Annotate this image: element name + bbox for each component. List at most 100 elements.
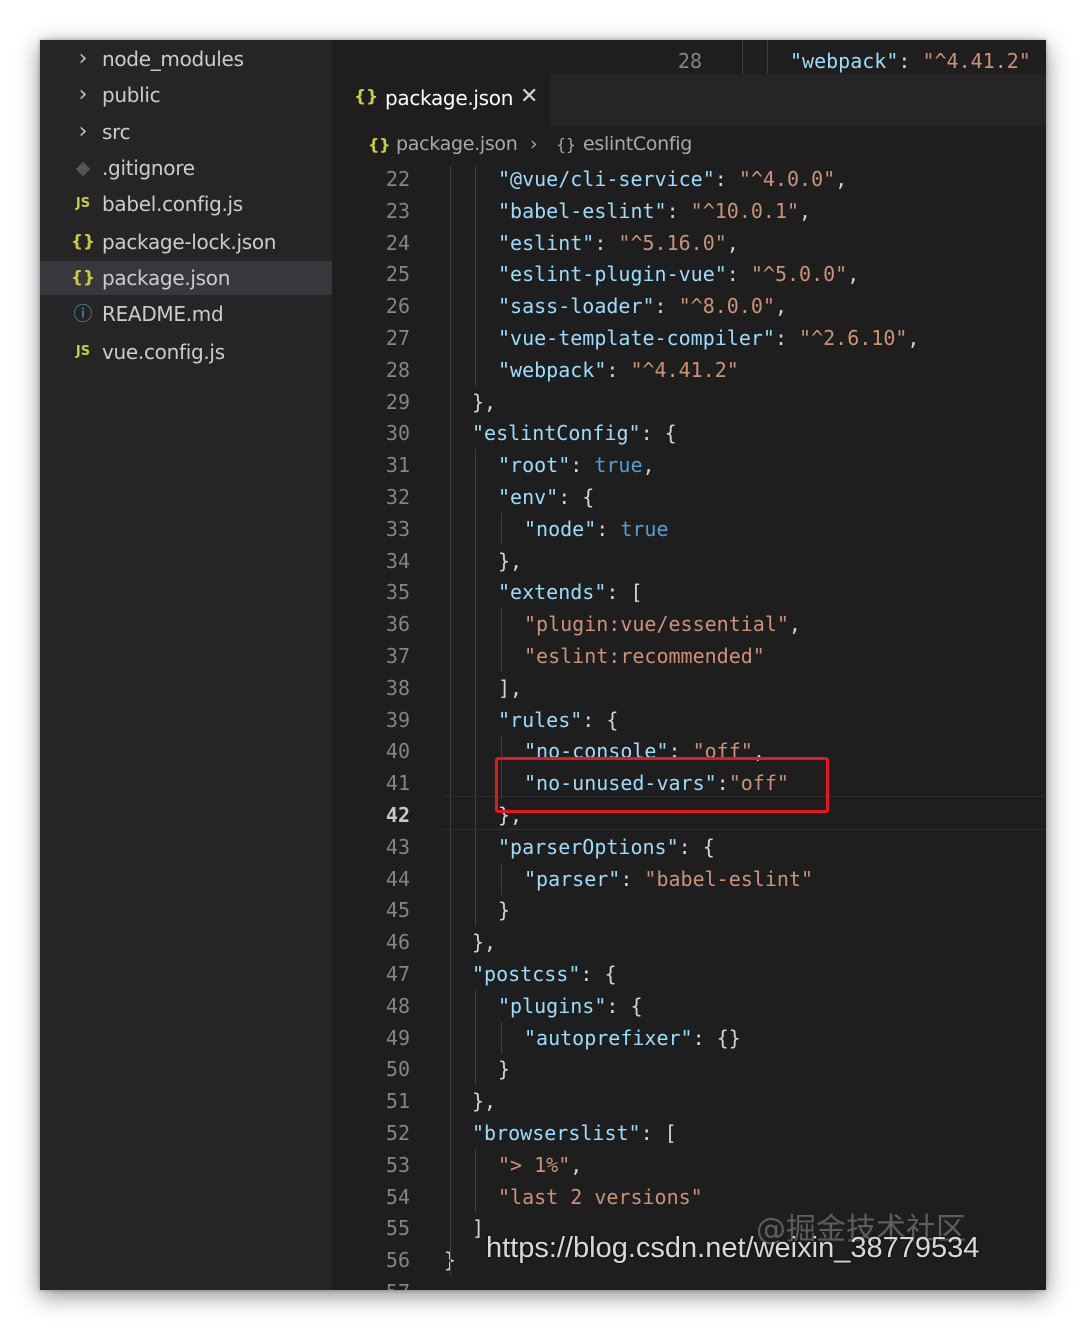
code-token: "^4.41.2" — [630, 358, 739, 382]
code-text: "browserslist": [ — [472, 1117, 677, 1149]
code-line[interactable]: 31 "root": true, — [332, 449, 1046, 481]
code-line[interactable]: 37 "eslint:recommended" — [332, 640, 1046, 672]
code-line[interactable]: 33 "node": true — [332, 513, 1046, 545]
explorer-item[interactable]: › public — [40, 78, 332, 112]
line-number: 55 — [385, 1216, 410, 1240]
editor-tab-bar: {} package.json ✕ — [332, 74, 1046, 126]
code-line[interactable]: 28 "webpack": "^4.41.2" — [624, 45, 1046, 77]
explorer-sidebar: › node_modules › public › src ◆ .gitignore JS bab… — [40, 40, 332, 1290]
line-number: 29 — [385, 390, 410, 414]
explorer-item[interactable]: {} package.json — [40, 261, 332, 295]
code-line[interactable]: 25 "eslint-plugin-vue": "^5.0.0", — [332, 258, 1046, 290]
code-line[interactable]: 45} — [332, 894, 1046, 926]
indent-guide — [475, 163, 476, 386]
code-text: ], — [498, 672, 522, 704]
code-line[interactable]: 30 "eslintConfig": { — [332, 417, 1046, 449]
close-icon[interactable]: ✕ — [520, 84, 538, 109]
json-file-icon: {} — [354, 87, 379, 107]
object-icon: {} — [556, 135, 576, 154]
explorer-item[interactable]: {} package-lock.json — [40, 225, 332, 259]
line-number: 36 — [385, 612, 410, 636]
explorer-item-label: babel.config.js — [102, 192, 243, 216]
code-line[interactable]: 51}, — [332, 1085, 1046, 1117]
line-number: 53 — [385, 1153, 410, 1177]
line-number: 31 — [385, 453, 410, 477]
code-line[interactable]: 47 "postcss": { — [332, 958, 1046, 990]
code-token: : — [594, 231, 619, 255]
code-line[interactable]: 36 "plugin:vue/essential", — [332, 608, 1046, 640]
code-text: "root": true, — [498, 449, 655, 481]
breadcrumb-symbol[interactable]: eslintConfig — [583, 133, 692, 155]
code-token: , — [774, 294, 788, 318]
explorer-item-label: package-lock.json — [102, 230, 277, 254]
code-token: true — [620, 517, 669, 541]
code-token: "babel-eslint" — [644, 867, 813, 891]
explorer-item[interactable]: JS babel.config.js — [40, 187, 332, 221]
code-token: : [ — [606, 580, 643, 604]
line-number: 34 — [385, 549, 410, 573]
line-number: 43 — [385, 835, 410, 859]
explorer-item[interactable]: › node_modules — [40, 42, 332, 76]
explorer-item[interactable]: JS vue.config.js — [40, 335, 332, 369]
line-number: 48 — [385, 994, 410, 1018]
line-number: 39 — [385, 708, 410, 732]
breadcrumb-file[interactable]: package.json — [396, 133, 518, 155]
explorer-item[interactable]: ◆ .gitignore — [40, 151, 332, 185]
code-line[interactable]: 24 "eslint": "^5.16.0", — [332, 227, 1046, 259]
code-token: : — [596, 517, 621, 541]
code-text: } — [498, 894, 510, 926]
code-text: "node": true — [524, 513, 669, 545]
code-line[interactable]: 23 "babel-eslint": "^10.0.1", — [332, 195, 1046, 227]
code-line[interactable]: 46}, — [332, 926, 1046, 958]
code-token: , — [788, 612, 801, 636]
line-number: 40 — [385, 739, 410, 763]
code-text: "plugin:vue/essential", — [524, 608, 801, 640]
code-text: "eslint:recommended" — [524, 640, 765, 672]
code-editor[interactable]: 28 "webpack": "^4.41.2" 22 "@vue/cli-servi… — [332, 40, 1046, 1290]
code-line[interactable]: 57 — [332, 1276, 1046, 1290]
line-number: 38 — [385, 676, 410, 700]
explorer-item[interactable]: ⓘ README.md — [40, 297, 332, 331]
code-line[interactable]: 35 "extends": [ — [332, 576, 1046, 608]
code-token: "eslint-plugin-vue" — [498, 262, 727, 286]
code-token: }, — [472, 390, 497, 414]
code-line[interactable]: 27 "vue-template-compiler": "^2.6.10", — [332, 322, 1046, 354]
code-line[interactable]: 32 "env": { — [332, 481, 1046, 513]
code-token: }, — [498, 549, 523, 573]
code-token: "webpack" — [498, 358, 607, 382]
code-line[interactable]: 43 "parserOptions": { — [332, 831, 1046, 863]
code-line[interactable]: 29}, — [332, 386, 1046, 418]
code-text: }, — [472, 926, 496, 958]
code-line[interactable]: 28 "webpack": "^4.41.2" — [332, 354, 1046, 386]
code-line[interactable]: 49 "autoprefixer": {} — [332, 1022, 1046, 1054]
line-number: 37 — [385, 644, 410, 668]
explorer-item-label: src — [102, 120, 131, 144]
code-line[interactable]: 53 "> 1%", — [332, 1149, 1046, 1181]
code-text: } — [498, 1053, 510, 1085]
code-token: "eslint:recommended" — [524, 644, 765, 668]
code-line[interactable]: 50} — [332, 1053, 1046, 1085]
code-line[interactable]: 52 "browserslist": [ — [332, 1117, 1046, 1149]
code-line[interactable]: 34}, — [332, 545, 1046, 577]
code-text: ] — [472, 1212, 484, 1244]
code-line[interactable]: 22 "@vue/cli-service": "^4.0.0", — [332, 163, 1046, 195]
code-token: "parserOptions" — [498, 835, 679, 859]
code-text: "last 2 versions" — [498, 1181, 703, 1213]
code-token: "^2.6.10" — [799, 326, 908, 350]
code-line[interactable]: 38], — [332, 672, 1046, 704]
explorer-item-label: node_modules — [102, 47, 244, 71]
code-line[interactable]: 44 "parser": "babel-eslint" — [332, 863, 1046, 895]
code-line[interactable]: 26 "sass-loader": "^8.0.0", — [332, 290, 1046, 322]
code-token: , — [847, 262, 860, 286]
explorer-item[interactable]: › src — [40, 115, 332, 149]
line-number: 24 — [385, 231, 410, 255]
code-line[interactable]: 39 "rules": { — [332, 704, 1046, 736]
code-token: , — [907, 326, 920, 350]
json-file-icon: {} — [368, 135, 391, 154]
code-token: "env" — [498, 485, 559, 509]
tab-package-json[interactable]: {} package.json ✕ — [332, 74, 550, 126]
code-text: "eslintConfig": { — [472, 417, 677, 449]
code-line[interactable]: 48 "plugins": { — [332, 990, 1046, 1022]
line-number: 22 — [385, 167, 410, 191]
code-text: "postcss": { — [472, 958, 617, 990]
